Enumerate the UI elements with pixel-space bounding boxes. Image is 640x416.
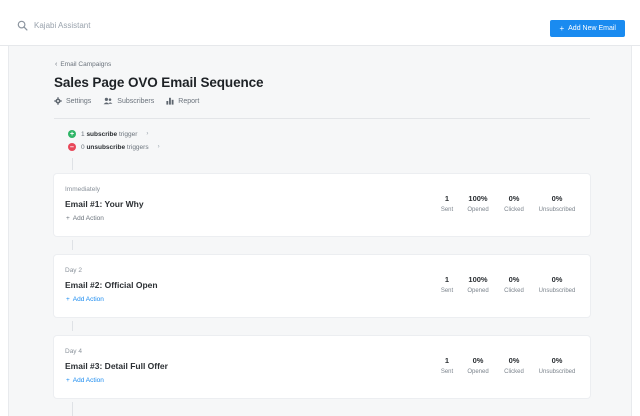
plus-icon: +	[66, 296, 70, 303]
email-card[interactable]: Day 4 Email #3: Detail Full Offer + Add …	[54, 336, 590, 398]
search-bar[interactable]: Kajabi Assistant	[17, 20, 90, 31]
subscribe-trigger-text: 1 subscribe trigger	[81, 130, 138, 138]
chevron-right-icon: ›	[146, 131, 149, 137]
tab-report-label: Report	[178, 97, 200, 105]
add-action-label: Add Action	[72, 377, 104, 384]
breadcrumb-label: Email Campaigns	[60, 61, 112, 68]
unsubscribe-trigger-row[interactable]: – 0 unsubscribe triggers ›	[68, 143, 160, 151]
breadcrumb-back-link[interactable]: ‹ Email Campaigns	[55, 61, 111, 68]
subscribe-trigger-row[interactable]: + 1 subscribe trigger ›	[68, 130, 148, 138]
email-title[interactable]: Email #3: Detail Full Offer	[65, 361, 168, 371]
bar-chart-icon	[166, 97, 174, 105]
tab-subscribers-label: Subscribers	[117, 97, 155, 105]
email-card[interactable]: Immediately Email #1: Your Why + Add Act…	[54, 174, 590, 236]
users-icon	[103, 97, 113, 105]
tab-report[interactable]: Report	[166, 97, 199, 105]
plus-icon: +	[559, 23, 565, 33]
chevron-left-icon: ‹	[55, 61, 58, 68]
unsubscribe-trigger-text: 0 unsubscribe triggers	[81, 143, 149, 151]
tab-subscribers[interactable]: Subscribers	[103, 97, 154, 105]
tab-settings-label: Settings	[66, 97, 92, 105]
plus-icon: +	[66, 215, 70, 222]
add-action-label: Add Action	[72, 215, 104, 222]
timeline-connector	[72, 240, 73, 250]
timeline-connector	[72, 158, 73, 170]
email-title[interactable]: Email #1: Your Why	[65, 199, 144, 209]
plus-icon: +	[66, 377, 70, 384]
plus-circle-icon: +	[68, 130, 76, 138]
search-icon	[17, 20, 28, 31]
minus-circle-icon: –	[68, 143, 76, 151]
section-divider	[54, 118, 590, 119]
add-action-button[interactable]: + Add Action	[66, 377, 104, 384]
stat-unsubscribed: 0% Unsubscribed	[538, 275, 576, 294]
email-card[interactable]: Day 2 Email #2: Official Open + Add Acti…	[54, 255, 590, 317]
stat-unsubscribed: 0% Unsubscribed	[538, 194, 576, 213]
add-new-email-label: Add New Email	[568, 25, 616, 32]
email-title[interactable]: Email #2: Official Open	[65, 280, 158, 290]
search-placeholder: Kajabi Assistant	[34, 21, 91, 30]
campaign-tabs: Settings Subscribers Report	[54, 97, 199, 105]
chevron-right-icon: ›	[157, 144, 160, 150]
add-action-button[interactable]: + Add Action	[66, 215, 104, 222]
email-schedule: Immediately	[65, 186, 101, 193]
top-bar: Kajabi Assistant + Add New Email	[0, 0, 640, 46]
stat-unsubscribed: 0% Unsubscribed	[538, 356, 576, 375]
add-action-label: Add Action	[72, 296, 104, 303]
page-title: Sales Page OVO Email Sequence	[54, 75, 264, 90]
add-new-email-button[interactable]: + Add New Email	[550, 20, 625, 37]
gear-icon	[54, 97, 62, 105]
tab-settings[interactable]: Settings	[54, 97, 91, 105]
email-schedule: Day 4	[65, 348, 82, 355]
email-schedule: Day 2	[65, 267, 82, 274]
add-action-button[interactable]: + Add Action	[66, 296, 104, 303]
timeline-connector	[72, 402, 73, 416]
timeline-connector	[72, 321, 73, 331]
